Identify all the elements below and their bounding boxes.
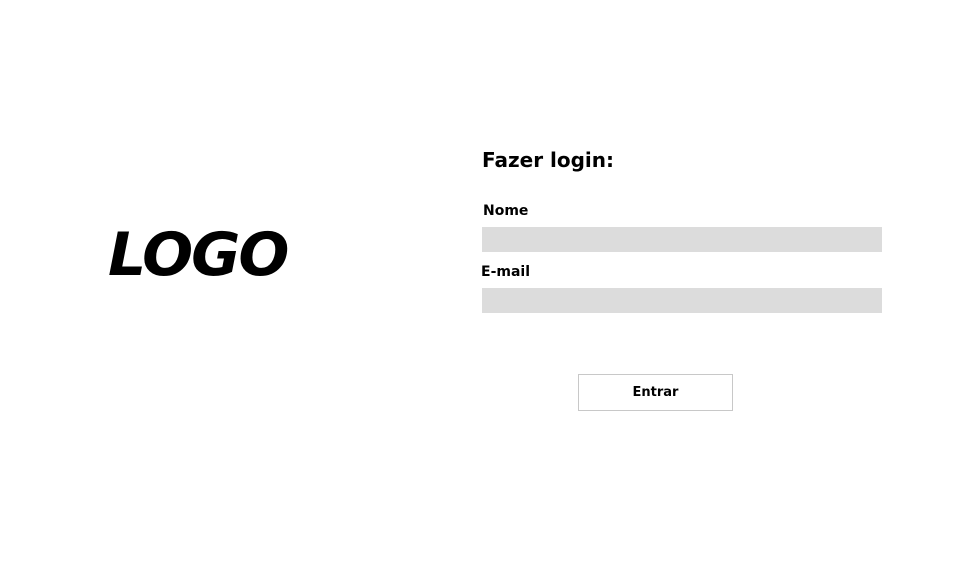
submit-button[interactable]: Entrar xyxy=(578,374,733,411)
email-input[interactable] xyxy=(482,288,882,313)
name-input[interactable] xyxy=(482,227,882,252)
logo: LOGO xyxy=(108,220,289,290)
name-label: Nome xyxy=(483,203,529,219)
login-page: LOGO Fazer login: Nome E-mail Entrar xyxy=(0,0,960,561)
email-label: E-mail xyxy=(481,264,531,280)
login-title: Fazer login: xyxy=(482,148,615,172)
